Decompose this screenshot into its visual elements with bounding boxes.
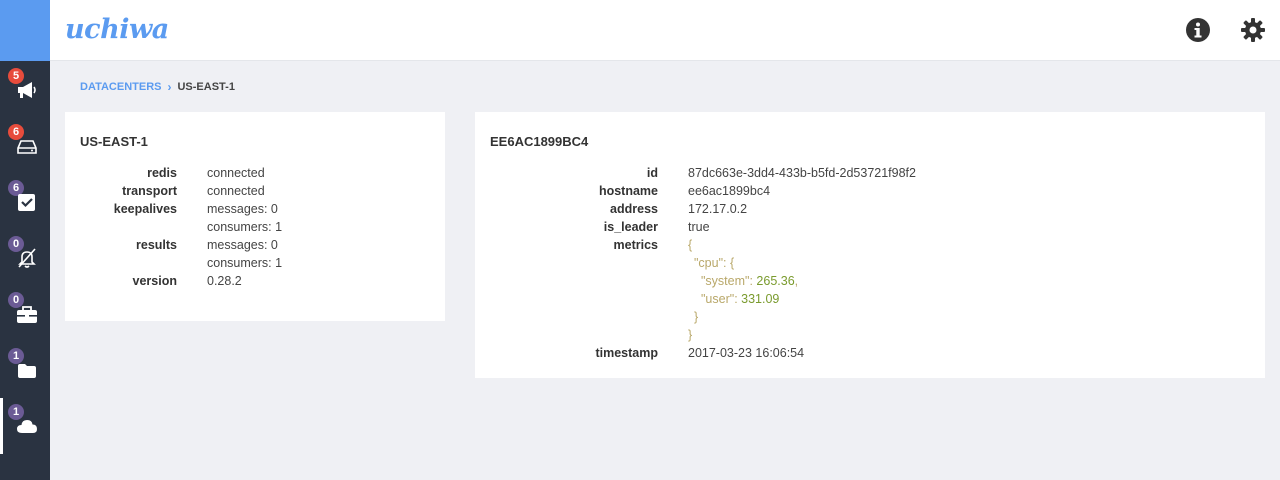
server-row-timestamp: timestamp 2017-03-23 16:06:54 xyxy=(490,344,916,362)
server-row-hostname: hostname ee6ac1899bc4 xyxy=(490,182,916,200)
server-row-metrics: metrics { "cpu": { "system": 265.36, "us… xyxy=(490,236,916,344)
datacenter-card: US-EAST-1 redis connected transport connec… xyxy=(65,112,445,321)
datacenter-row: keepalives messages: 0 xyxy=(80,200,282,218)
hard-drive-icon xyxy=(16,135,38,157)
server-row-is-leader: is_leader true xyxy=(490,218,916,236)
hostname-value: ee6ac1899bc4 xyxy=(688,184,771,198)
json-line: { xyxy=(688,236,798,254)
sidebar-item-events[interactable]: 5 xyxy=(0,62,50,118)
detail-value: 0.28.2 xyxy=(207,274,242,288)
detail-value: messages: 0 xyxy=(207,238,278,252)
detail-key: results xyxy=(136,238,177,252)
megaphone-icon xyxy=(16,79,38,101)
json-value-user: 331.09 xyxy=(741,292,780,306)
datacenter-row: transport connected xyxy=(80,182,282,200)
id-label: id xyxy=(646,166,658,180)
bell-slash-icon xyxy=(16,247,38,269)
json-line: } xyxy=(688,326,798,344)
cloud-icon xyxy=(16,415,38,437)
brand-logo[interactable]: uchiwa xyxy=(65,14,169,45)
json-brace: { xyxy=(688,238,693,252)
sidebar-item-datacenters[interactable]: 1 xyxy=(0,398,50,454)
datacenter-row: consumers: 1 xyxy=(80,254,282,272)
info-icon[interactable] xyxy=(1185,17,1211,43)
breadcrumb-separator: › xyxy=(167,80,172,94)
datacenter-row: results messages: 0 xyxy=(80,236,282,254)
breadcrumb-current: US-EAST-1 xyxy=(177,81,235,93)
server-row-id: id 87dc663e-3dd4-433b-b5fd-2d53721f98f2 xyxy=(490,164,916,182)
sidebar-logo-block xyxy=(0,0,50,61)
timestamp-value: 2017-03-23 16:06:54 xyxy=(688,346,805,360)
server-row-address: address 172.17.0.2 xyxy=(490,200,916,218)
detail-key: keepalives xyxy=(113,202,177,216)
detail-value: connected xyxy=(207,184,265,198)
json-value-system: 265.36 xyxy=(756,274,795,288)
detail-key: redis xyxy=(147,166,177,180)
metrics-label: metrics xyxy=(613,238,658,252)
sidebar-item-stashes[interactable]: 0 xyxy=(0,286,50,342)
timestamp-label: timestamp xyxy=(595,346,658,360)
sidebar-item-clients[interactable]: 6 xyxy=(0,118,50,174)
detail-key xyxy=(80,218,177,236)
json-key-cpu: "cpu" xyxy=(694,256,724,270)
is-leader-value: true xyxy=(688,220,710,234)
detail-value: consumers: 1 xyxy=(207,256,283,270)
json-key-user: "user" xyxy=(701,292,735,306)
server-details: id 87dc663e-3dd4-433b-b5fd-2d53721f98f2 h… xyxy=(490,164,916,362)
hostname-label: hostname xyxy=(598,184,658,198)
id-value: 87dc663e-3dd4-433b-b5fd-2d53721f98f2 xyxy=(688,166,916,180)
sidebar-item-aggregates[interactable]: 1 xyxy=(0,342,50,398)
is-leader-label: is_leader xyxy=(603,220,658,234)
address-label: address xyxy=(610,202,658,216)
json-line: "system": 265.36, xyxy=(701,274,799,288)
detail-key: version xyxy=(132,274,177,288)
detail-key xyxy=(80,254,177,272)
gear-icon[interactable] xyxy=(1240,17,1266,43)
address-value: 172.17.0.2 xyxy=(688,202,748,216)
json-key-system: "system" xyxy=(701,274,750,288)
detail-value: connected xyxy=(207,166,265,180)
json-brace: : { xyxy=(723,256,735,270)
json-brace: } xyxy=(694,310,699,324)
datacenter-row: version 0.28.2 xyxy=(80,272,282,290)
detail-value: messages: 0 xyxy=(207,202,278,216)
server-card: EE6AC1899BC4 id 87dc663e-3dd4-433b-b5fd-2… xyxy=(475,112,1265,378)
datacenter-title: US-EAST-1 xyxy=(80,134,148,149)
checkbox-icon xyxy=(16,191,38,213)
server-title: EE6AC1899BC4 xyxy=(490,134,589,149)
sidebar-item-checks[interactable]: 6 xyxy=(0,174,50,230)
datacenter-row: redis connected xyxy=(80,164,282,182)
detail-value: consumers: 1 xyxy=(207,220,283,234)
detail-key: transport xyxy=(122,184,177,198)
topbar: uchiwa xyxy=(50,0,1280,61)
metrics-json: { "cpu": { "system": 265.36, "user": 331… xyxy=(688,236,798,344)
datacenter-row: consumers: 1 xyxy=(80,218,282,236)
briefcase-icon xyxy=(16,303,38,325)
json-line: "user": 331.09 xyxy=(701,292,780,306)
datacenter-details: redis connected transport connected keepal… xyxy=(80,164,282,290)
sidebar-item-silenced[interactable]: 0 xyxy=(0,230,50,286)
json-line: "cpu": { xyxy=(688,254,798,272)
breadcrumb: DATACENTERS › US-EAST-1 xyxy=(80,80,235,94)
breadcrumb-datacenters-link[interactable]: DATACENTERS xyxy=(80,81,161,93)
json-line: } xyxy=(688,308,798,326)
folder-icon xyxy=(16,359,38,381)
json-brace: } xyxy=(688,328,693,342)
